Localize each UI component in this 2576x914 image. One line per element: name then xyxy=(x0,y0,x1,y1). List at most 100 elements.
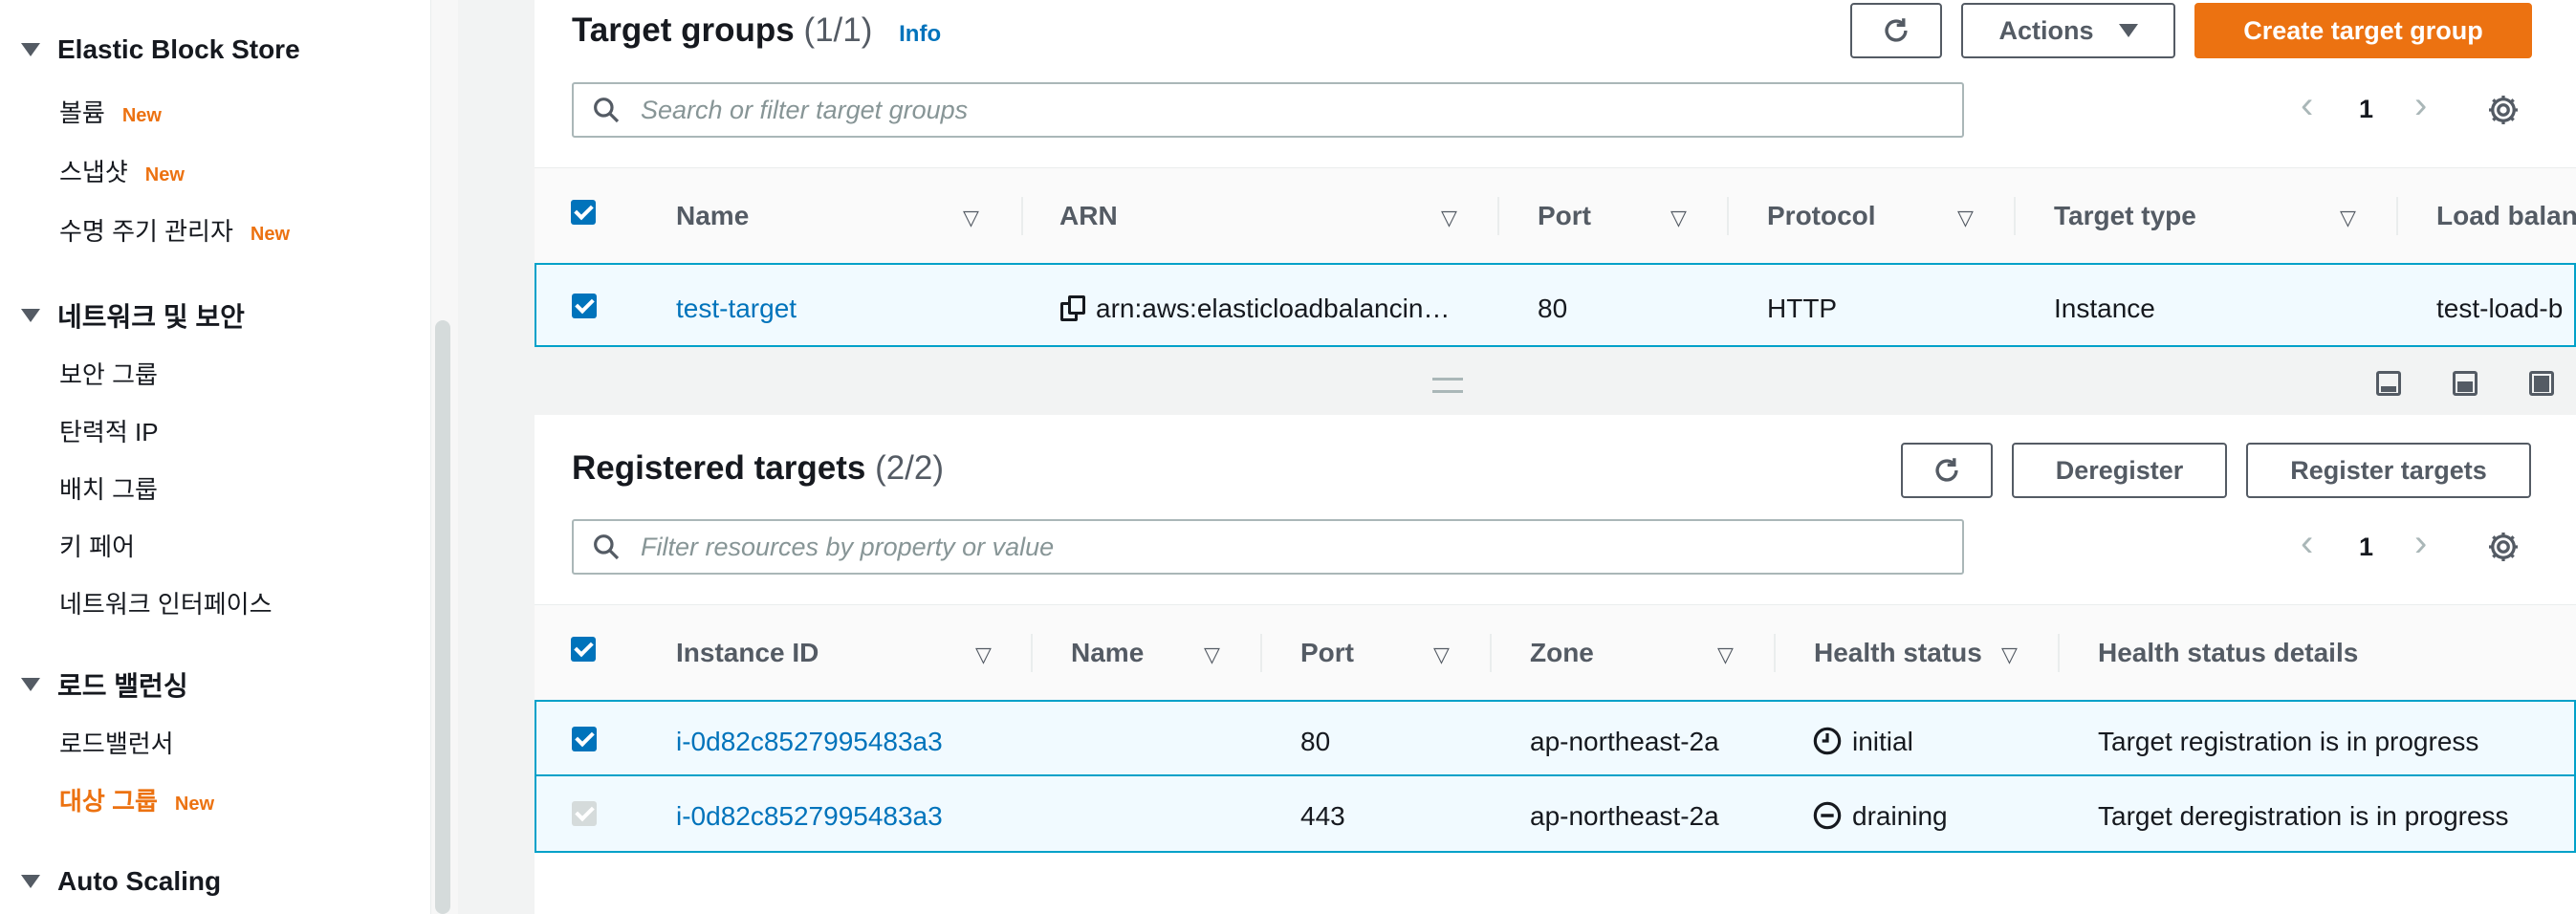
table-row[interactable]: test-target arn:aws:elasticloadbalancin…… xyxy=(535,263,2576,347)
load-balancer-value: test-load-b xyxy=(2436,294,2564,323)
column-divider[interactable] xyxy=(2396,197,2398,235)
table-row[interactable]: i-0d82c8527995483a3 443 ap-northeast-2a … xyxy=(535,776,2576,853)
target-type-value: Instance xyxy=(2054,294,2155,323)
column-header-arn[interactable]: ARN xyxy=(1059,168,1118,264)
registered-targets-heading: Registered targets (2/2) xyxy=(572,449,944,488)
column-header-port[interactable]: Port xyxy=(1538,168,1591,264)
chevron-right-icon[interactable]: › xyxy=(2414,522,2427,565)
gear-icon[interactable] xyxy=(2486,93,2521,127)
caret-down-icon xyxy=(2118,24,2138,37)
column-divider[interactable] xyxy=(1021,197,1023,235)
split-half-icon[interactable] xyxy=(2453,371,2478,396)
page-number[interactable]: 1 xyxy=(2359,533,2373,562)
sidebar-item-snapshots[interactable]: 스냅샷 New xyxy=(59,153,185,188)
sort-icon[interactable]: ▽ xyxy=(2001,642,2018,667)
sidebar-item-security-groups[interactable]: 보안 그룹 xyxy=(59,356,158,391)
sidebar-section-network-security[interactable]: 네트워크 및 보안 xyxy=(21,296,245,335)
column-header-name[interactable]: Name xyxy=(676,168,749,264)
resize-handle[interactable] xyxy=(1432,378,1463,393)
section-title: Registered targets xyxy=(572,449,866,487)
column-divider[interactable] xyxy=(1774,634,1776,672)
sidebar-item-target-groups[interactable]: 대상 그룹 New xyxy=(59,782,214,817)
new-badge: New xyxy=(121,105,162,126)
column-divider[interactable] xyxy=(1490,634,1492,672)
sort-icon[interactable]: ▽ xyxy=(1717,642,1734,667)
sidebar-section-title: Auto Scaling xyxy=(57,866,222,896)
actions-dropdown[interactable]: Actions xyxy=(1961,3,2175,58)
registered-targets-table-header: Instance ID ▽ Name ▽ Port ▽ Zone ▽ Healt… xyxy=(535,604,2576,702)
sort-icon[interactable]: ▽ xyxy=(1957,206,1974,230)
select-all-checkbox[interactable] xyxy=(571,200,596,225)
page-title: Target groups xyxy=(572,11,795,49)
sort-icon[interactable]: ▽ xyxy=(1441,206,1457,230)
row-checkbox[interactable] xyxy=(572,727,597,751)
health-status-value: initial xyxy=(1852,727,1913,756)
select-all-checkbox[interactable] xyxy=(571,637,596,662)
target-groups-search[interactable]: Search or filter target groups xyxy=(572,82,1964,138)
sort-icon[interactable]: ▽ xyxy=(1670,206,1687,230)
column-header-health-status[interactable]: Health status xyxy=(1814,605,1982,701)
sidebar-item-network-interfaces[interactable]: 네트워크 인터페이스 xyxy=(59,585,273,620)
column-divider[interactable] xyxy=(1497,197,1499,235)
row-checkbox[interactable] xyxy=(572,294,597,318)
caret-down-icon xyxy=(21,875,40,888)
zone-value: ap-northeast-2a xyxy=(1530,801,1719,831)
health-status-value: draining xyxy=(1852,801,1948,831)
deregister-button[interactable]: Deregister xyxy=(2012,443,2227,498)
column-header-health-details[interactable]: Health status details xyxy=(2098,605,2358,701)
protocol-value: HTTP xyxy=(1767,294,1838,323)
caret-down-icon xyxy=(21,309,40,322)
column-divider[interactable] xyxy=(2058,634,2060,672)
info-link[interactable]: Info xyxy=(899,21,941,47)
page-number[interactable]: 1 xyxy=(2359,95,2373,124)
sidebar-item-placement-groups[interactable]: 배치 그룹 xyxy=(59,470,158,506)
chevron-left-icon[interactable]: ‹ xyxy=(2301,522,2313,565)
column-header-name[interactable]: Name xyxy=(1071,605,1144,701)
column-divider[interactable] xyxy=(1260,634,1262,672)
refresh-button[interactable] xyxy=(1901,443,1993,498)
sidebar-item-label: 네트워크 인터페이스 xyxy=(59,590,273,619)
column-header-zone[interactable]: Zone xyxy=(1530,605,1594,701)
sidebar-section-load-balancing[interactable]: 로드 밸런싱 xyxy=(21,665,188,704)
sort-icon[interactable]: ▽ xyxy=(1204,642,1220,667)
column-divider[interactable] xyxy=(2014,197,2016,235)
split-bottom-icon[interactable] xyxy=(2376,371,2401,396)
target-group-name-link[interactable]: test-target xyxy=(676,294,797,324)
sidebar-item-elastic-ips[interactable]: 탄력적 IP xyxy=(59,413,159,448)
gear-icon[interactable] xyxy=(2486,530,2521,564)
sidebar-item-volumes[interactable]: 볼륨 New xyxy=(59,94,162,129)
sidebar-section-auto-scaling[interactable]: Auto Scaling xyxy=(21,866,221,897)
sidebar-item-lifecycle-manager[interactable]: 수명 주기 관리자 New xyxy=(59,212,290,248)
column-header-instance-id[interactable]: Instance ID xyxy=(676,605,819,701)
instance-id-link[interactable]: i-0d82c8527995483a3 xyxy=(676,801,943,832)
column-header-port[interactable]: Port xyxy=(1300,605,1354,701)
sort-icon[interactable]: ▽ xyxy=(963,206,979,230)
sidebar-item-key-pairs[interactable]: 키 페어 xyxy=(59,528,135,563)
health-details-value: Target registration is in progress xyxy=(2098,727,2479,756)
sidebar-item-load-balancers[interactable]: 로드밸런서 xyxy=(59,725,174,760)
refresh-icon xyxy=(1935,458,1958,482)
create-target-group-button[interactable]: Create target group xyxy=(2194,3,2532,58)
caret-down-icon xyxy=(21,43,40,56)
sidebar-item-label: 로드밸런서 xyxy=(59,729,174,758)
registered-targets-search[interactable]: Filter resources by property or value xyxy=(572,519,1964,575)
sidebar-scrollbar-thumb[interactable] xyxy=(435,320,450,914)
chevron-right-icon[interactable]: › xyxy=(2414,84,2427,127)
column-header-load-balancer[interactable]: Load balan xyxy=(2436,168,2576,264)
register-targets-button[interactable]: Register targets xyxy=(2246,443,2531,498)
sort-icon[interactable]: ▽ xyxy=(975,642,992,667)
copy-icon[interactable] xyxy=(1060,295,1087,322)
column-header-target-type[interactable]: Target type xyxy=(2054,168,2196,264)
column-divider[interactable] xyxy=(1031,634,1033,672)
instance-id-link[interactable]: i-0d82c8527995483a3 xyxy=(676,727,943,757)
column-divider[interactable] xyxy=(1727,197,1729,235)
sidebar-section-ebs[interactable]: Elastic Block Store xyxy=(21,34,300,65)
sort-icon[interactable]: ▽ xyxy=(1433,642,1450,667)
chevron-left-icon[interactable]: ‹ xyxy=(2301,84,2313,127)
sort-icon[interactable]: ▽ xyxy=(2340,206,2356,230)
target-groups-heading: Target groups (1/1) Info xyxy=(572,11,941,50)
refresh-button[interactable] xyxy=(1850,3,1942,58)
table-row[interactable]: i-0d82c8527995483a3 80 ap-northeast-2a i… xyxy=(535,700,2576,776)
split-full-icon[interactable] xyxy=(2529,371,2554,396)
column-header-protocol[interactable]: Protocol xyxy=(1767,168,1876,264)
